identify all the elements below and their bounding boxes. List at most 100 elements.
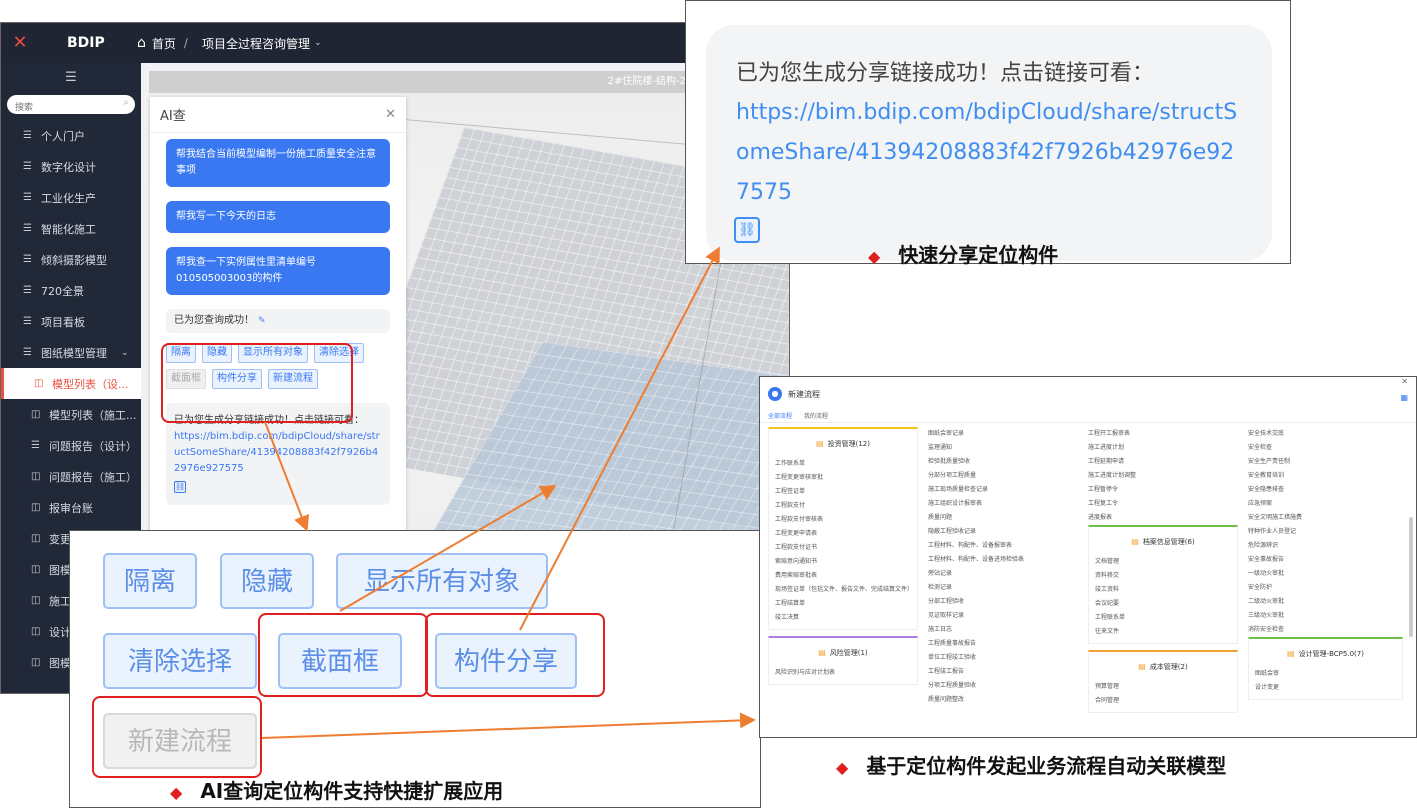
workflow-item[interactable]: 现场签证单（包括文件、报告文件、完成结算文件） <box>775 583 911 597</box>
close-icon[interactable]: ✕ <box>1401 377 1408 386</box>
workflow-item[interactable]: 工程材料、构配件、设备进场检验表 <box>928 553 1078 567</box>
workflow-item[interactable]: 费用索赔审批表 <box>775 569 911 583</box>
workflow-item[interactable]: 工程材料、构配件、设备报审表 <box>928 539 1078 553</box>
workflow-item[interactable]: 索赔意向通知书 <box>775 555 911 569</box>
workflow-item[interactable]: 监理通知 <box>928 441 1078 455</box>
workflow-item[interactable]: 资料移交 <box>1095 569 1231 583</box>
sidebar-subitem-review-ledger[interactable]: ◫ 报审台账 <box>1 492 141 523</box>
workflow-item[interactable]: 施工进度计划调整 <box>1088 469 1238 483</box>
chevron-down-icon[interactable]: ⌄ <box>121 348 129 358</box>
workflow-item[interactable]: 工程开工报审表 <box>1088 427 1238 441</box>
workflow-item[interactable]: 工程变更申请表 <box>775 527 911 541</box>
workflow-item[interactable]: 质量问题整改 <box>928 693 1078 707</box>
workflow-item[interactable]: 消防安全检查 <box>1248 623 1403 637</box>
workflow-item[interactable]: 三级动火审批 <box>1248 609 1403 623</box>
workflow-item[interactable]: 设计变更 <box>1255 681 1396 695</box>
search-icon[interactable]: ⌕ <box>123 97 129 108</box>
workflow-item[interactable]: 安全教育培训 <box>1248 469 1403 483</box>
scrollbar[interactable] <box>1409 517 1413 637</box>
workflow-item[interactable]: 图纸会审记录 <box>928 427 1078 441</box>
sidebar-item-panorama[interactable]: ☰ 720全景 <box>1 275 141 306</box>
workflow-item[interactable]: 安全生产责任制 <box>1248 455 1403 469</box>
menu-collapse-icon[interactable]: ☰ <box>1 63 141 93</box>
workflow-item[interactable]: 安全隐患排查 <box>1248 483 1403 497</box>
workflow-item[interactable]: 旁站记录 <box>928 567 1078 581</box>
workflow-item[interactable]: 质量问题 <box>928 511 1078 525</box>
workflow-item[interactable]: 分部工程验收 <box>928 595 1078 609</box>
sidebar-subitem-model-list-construction[interactable]: ◫ 模型列表（施工... <box>1 399 141 430</box>
sidebar-subitem-model-list-design[interactable]: ◫ 模型列表（设... <box>1 368 141 399</box>
tab-my-workflows[interactable]: 我的流程 <box>804 411 828 422</box>
breadcrumb-home[interactable]: 首页 <box>152 35 176 52</box>
workflow-item[interactable]: 工程竣工报告 <box>928 665 1078 679</box>
chevron-down-icon[interactable]: ⌄ <box>314 38 322 48</box>
workflow-item[interactable]: 工程款支付证书 <box>775 541 911 555</box>
workflow-item[interactable]: 工程款支付审核表 <box>775 513 911 527</box>
link-icon[interactable]: ⛓ <box>174 481 186 493</box>
sidebar-search-input[interactable] <box>7 97 135 117</box>
link-icon[interactable]: ⛓ <box>734 217 760 243</box>
workflow-item[interactable]: 工程签证单 <box>775 485 911 499</box>
workflow-item[interactable]: 工程结算单 <box>775 597 911 611</box>
hide-button-zoom[interactable]: 隐藏 <box>220 553 314 609</box>
sidebar-item-design[interactable]: ☰ 数字化设计 <box>1 151 141 182</box>
sidebar-item-construction[interactable]: ☰ 智能化施工 <box>1 213 141 244</box>
workflow-item[interactable]: 合同管理 <box>1095 694 1231 708</box>
share-link-zoom[interactable]: https://bim.bdip.com/bdipCloud/share/str… <box>736 93 1242 213</box>
sidebar-item-portal[interactable]: ☰ 个人门户 <box>1 120 141 151</box>
sidebar-item-dashboard[interactable]: ☰ 项目看板 <box>1 306 141 337</box>
close-icon[interactable]: ✕ <box>385 107 396 122</box>
sidebar-item-production[interactable]: ☰ 工业化生产 <box>1 182 141 213</box>
workflow-item[interactable]: 竣工决算 <box>775 611 911 625</box>
workflow-item[interactable]: 危险源辨识 <box>1248 539 1403 553</box>
workflow-item[interactable]: 二级动火审批 <box>1248 595 1403 609</box>
isolate-button-zoom[interactable]: 隔离 <box>103 553 197 609</box>
sidebar-item-model-management[interactable]: ☰ 图纸模型管理 ⌄ <box>1 337 141 368</box>
workflow-item[interactable]: 安全技术交底 <box>1248 427 1403 441</box>
workflow-item[interactable]: 检测记录 <box>928 581 1078 595</box>
workflow-item[interactable]: 竣工资料 <box>1095 583 1231 597</box>
workflow-item[interactable]: 隐蔽工程验收记录 <box>928 525 1078 539</box>
sidebar-search[interactable]: ⌕ <box>7 95 135 117</box>
breadcrumb-project[interactable]: 项目全过程咨询管理 <box>202 35 310 52</box>
workflow-item[interactable]: 见证取样记录 <box>928 609 1078 623</box>
sidebar-item-oblique[interactable]: ☰ 倾斜摄影模型 <box>1 244 141 275</box>
workflow-item[interactable]: 施工组织设计报审表 <box>928 497 1078 511</box>
workflow-item[interactable]: 工程延期申请 <box>1088 455 1238 469</box>
workflow-item[interactable]: 一级动火审批 <box>1248 567 1403 581</box>
workflow-item[interactable]: 工程质量事故报告 <box>928 637 1078 651</box>
workflow-item[interactable]: 往来文件 <box>1095 625 1231 639</box>
tab-all-workflows[interactable]: 全部流程 <box>768 411 792 422</box>
workflow-item[interactable]: 进度报表 <box>1088 511 1238 525</box>
home-icon[interactable]: ⌂ <box>137 35 146 51</box>
workflow-item[interactable]: 施工现场质量检查记录 <box>928 483 1078 497</box>
workflow-item[interactable]: 施工日志 <box>928 623 1078 637</box>
workflow-item[interactable]: 工程联系单 <box>1095 611 1231 625</box>
sidebar-subitem-issue-design[interactable]: ☰ 问题报告（设计） <box>1 430 141 461</box>
workflow-item[interactable]: 工程变更审核审批 <box>775 471 911 485</box>
workflow-item[interactable]: 工程暂停令 <box>1088 483 1238 497</box>
workflow-item[interactable]: 分部分项工程质量 <box>928 469 1078 483</box>
workflow-item[interactable]: 安全事故报告 <box>1248 553 1403 567</box>
share-link[interactable]: https://bim.bdip.com/bdipCloud/share/str… <box>174 429 382 477</box>
workflow-item[interactable]: 分项工程质量验收 <box>928 679 1078 693</box>
workflow-item[interactable]: 工程款支付 <box>775 499 911 513</box>
workflow-item[interactable]: 应急预案 <box>1248 497 1403 511</box>
grid-view-icon[interactable]: ▦ <box>1400 393 1408 402</box>
workflow-item[interactable]: 会议纪要 <box>1095 597 1231 611</box>
workflow-item[interactable]: 单位工程竣工验收 <box>928 651 1078 665</box>
workflow-item[interactable]: 检验批质量验收 <box>928 455 1078 469</box>
edit-icon[interactable]: ✎ <box>258 316 266 326</box>
workflow-item[interactable]: 施工进度计划 <box>1088 441 1238 455</box>
clear-selection-button-zoom[interactable]: 清除选择 <box>103 633 257 689</box>
workflow-item[interactable]: 风险识别与应对计划表 <box>775 666 911 680</box>
show-all-button-zoom[interactable]: 显示所有对象 <box>336 553 548 609</box>
workflow-item[interactable]: 文档管理 <box>1095 555 1231 569</box>
workflow-item[interactable]: 预算管理 <box>1095 680 1231 694</box>
workflow-item[interactable]: 安全防护 <box>1248 581 1403 595</box>
workflow-item[interactable]: 图纸会审 <box>1255 667 1396 681</box>
sidebar-subitem-issue-construction[interactable]: ◫ 问题报告（施工） <box>1 461 141 492</box>
workflow-item[interactable]: 安全文明施工措施费 <box>1248 511 1403 525</box>
workflow-item[interactable]: 工程复工令 <box>1088 497 1238 511</box>
workflow-item[interactable]: 工作联系单 <box>775 457 911 471</box>
